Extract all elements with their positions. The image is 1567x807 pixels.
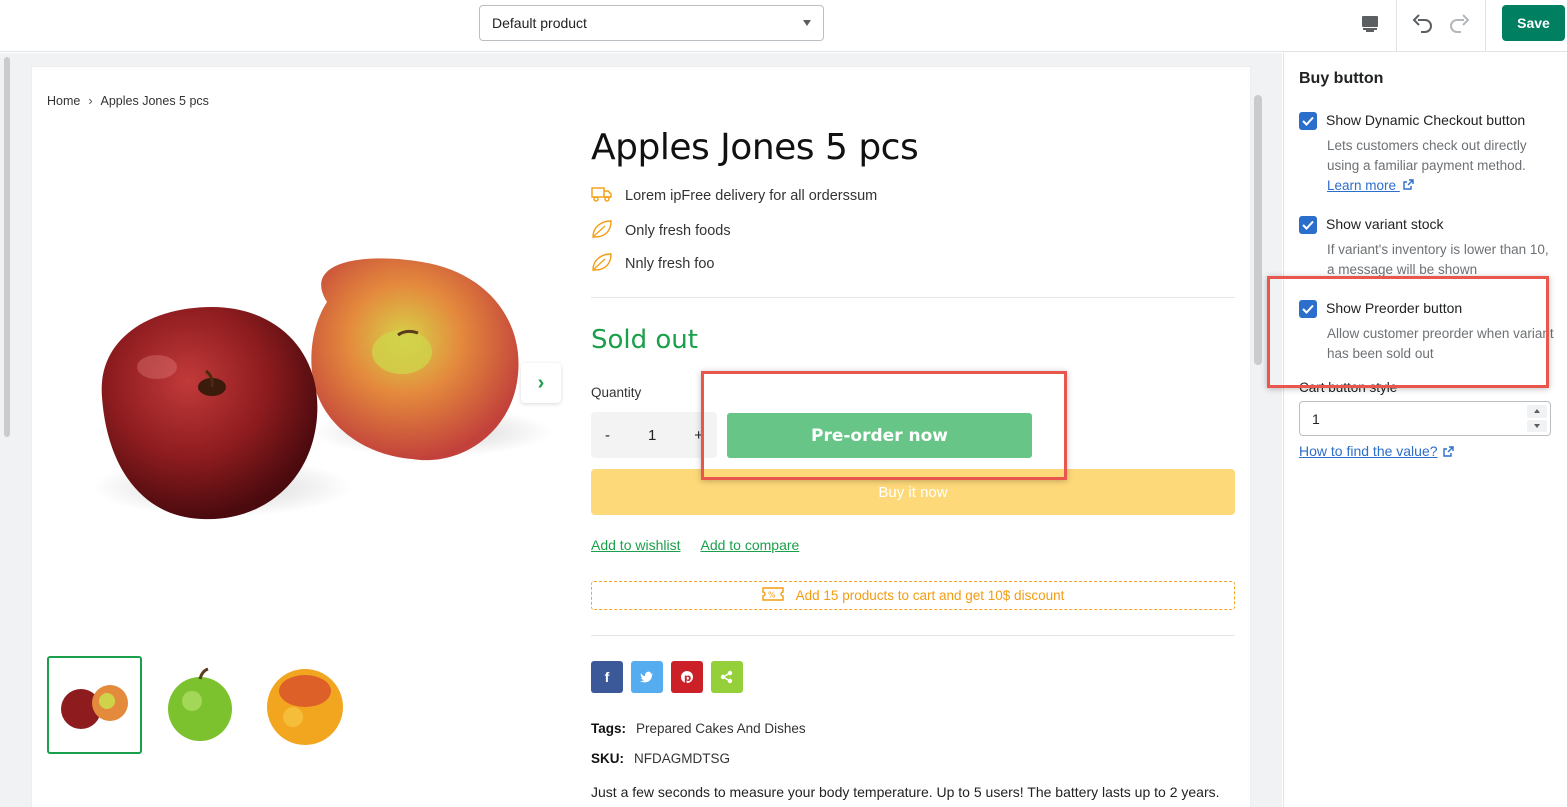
thumbnail-peach[interactable]: [257, 656, 352, 754]
option-help: Lets customers check out directly using …: [1327, 138, 1527, 173]
quantity-decrease-button[interactable]: -: [605, 427, 610, 444]
product-tags: Tags: Prepared Cakes And Dishes: [591, 721, 806, 736]
discount-banner: % Add 15 products to cart and get 10$ di…: [591, 581, 1235, 610]
option-label: Show variant stock: [1326, 216, 1444, 232]
stepper-up-icon[interactable]: [1527, 405, 1547, 418]
leaf-icon: [591, 219, 613, 243]
product-title: Apples Jones 5 pcs: [591, 127, 919, 168]
feature-text: Only fresh foods: [625, 223, 731, 239]
breadcrumb-current: Apples Jones 5 pcs: [100, 94, 209, 108]
breadcrumb-separator: ›: [88, 94, 93, 108]
svg-text:p: p: [684, 673, 691, 684]
redo-icon[interactable]: [1447, 12, 1471, 36]
learn-more-label: Learn more: [1327, 178, 1397, 193]
product-page-frame: Home › Apples Jones 5 pcs › Apples Jones…: [32, 67, 1250, 807]
twitter-icon[interactable]: [631, 661, 663, 693]
next-image-button[interactable]: ›: [521, 363, 561, 403]
quantity-input[interactable]: 1: [648, 427, 656, 444]
option-label: Show Dynamic Checkout button: [1326, 112, 1526, 128]
highlight-box: [1267, 276, 1549, 388]
caret-down-icon: [803, 20, 811, 26]
thumbnail-green-apple[interactable]: [152, 656, 247, 754]
option-help: If variant's inventory is lower than 10,…: [1327, 242, 1549, 277]
share-icon[interactable]: [711, 661, 743, 693]
feature-item: Nnly fresh foo: [591, 252, 714, 276]
toolbar-divider: [1396, 0, 1397, 52]
product-main-image: [62, 167, 552, 577]
sku-value: NFDAGMDTSG: [634, 751, 730, 766]
frame-scrollbar[interactable]: [1254, 95, 1262, 365]
sku-label: SKU:: [591, 751, 624, 766]
how-to-find-link[interactable]: How to find the value?: [1299, 443, 1454, 459]
top-toolbar: Default product Save: [0, 0, 1567, 52]
social-share: f p: [591, 661, 743, 693]
thumbnail-apples[interactable]: [47, 656, 142, 754]
feature-text: Nnly fresh foo: [625, 256, 715, 272]
facebook-icon[interactable]: f: [591, 661, 623, 693]
breadcrumb: Home › Apples Jones 5 pcs: [47, 94, 209, 108]
learn-more-link[interactable]: Learn more: [1327, 178, 1414, 193]
theme-preview: Home › Apples Jones 5 pcs › Apples Jones…: [0, 53, 1282, 807]
toolbar-divider: [1485, 0, 1486, 52]
undo-icon[interactable]: [1411, 12, 1435, 36]
cart-style-input[interactable]: 1: [1299, 401, 1551, 436]
external-link-icon: [1403, 179, 1414, 190]
leaf-icon: [591, 252, 613, 276]
stepper-down-icon[interactable]: [1527, 419, 1547, 432]
tags-value[interactable]: Prepared Cakes And Dishes: [636, 721, 806, 736]
divider: [591, 635, 1235, 636]
product-select[interactable]: Default product: [479, 5, 824, 41]
delivery-truck-icon: [591, 186, 613, 206]
how-to-find-label: How to find the value?: [1299, 443, 1438, 459]
feature-item: Lorem ipFree delivery for all orderssum: [591, 186, 877, 206]
coupon-icon: %: [761, 586, 784, 605]
option-dynamic-checkout: Show Dynamic Checkout button Lets custom…: [1299, 112, 1559, 196]
pinterest-icon[interactable]: p: [671, 661, 703, 693]
feature-text: Lorem ipFree delivery for all orderssum: [625, 188, 878, 204]
save-button[interactable]: Save: [1502, 5, 1565, 41]
breadcrumb-home[interactable]: Home: [47, 94, 80, 108]
product-select-value: Default product: [492, 15, 587, 31]
tags-label: Tags:: [591, 721, 627, 736]
checkbox-variant-stock[interactable]: [1299, 216, 1317, 234]
preview-scrollbar[interactable]: [4, 57, 10, 437]
number-stepper: [1527, 405, 1547, 432]
product-actions: Add to wishlist Add to compare: [591, 537, 799, 553]
quantity-label: Quantity: [591, 385, 642, 400]
thumbnail-list: [47, 656, 352, 754]
svg-text:%: %: [768, 591, 776, 600]
divider: [591, 297, 1235, 298]
settings-panel: Buy button Show Dynamic Checkout button …: [1283, 53, 1567, 807]
option-variant-stock: Show variant stock If variant's inventor…: [1299, 216, 1559, 280]
external-link-icon: [1442, 445, 1454, 457]
discount-text: Add 15 products to cart and get 10$ disc…: [795, 588, 1065, 603]
add-to-wishlist-link[interactable]: Add to wishlist: [591, 537, 680, 553]
product-description: Just a few seconds to measure your body …: [591, 784, 1220, 800]
product-sku: SKU: NFDAGMDTSG: [591, 751, 730, 766]
cart-style-value: 1: [1312, 410, 1320, 427]
panel-title: Buy button: [1299, 70, 1384, 87]
checkbox-dynamic-checkout[interactable]: [1299, 112, 1317, 130]
feature-item: Only fresh foods: [591, 219, 731, 243]
quantity-stepper: - 1 +: [591, 412, 717, 458]
add-to-compare-link[interactable]: Add to compare: [700, 537, 799, 553]
desktop-icon[interactable]: [1358, 12, 1382, 36]
highlight-box: [701, 371, 1067, 480]
stock-status: Sold out: [591, 325, 698, 355]
